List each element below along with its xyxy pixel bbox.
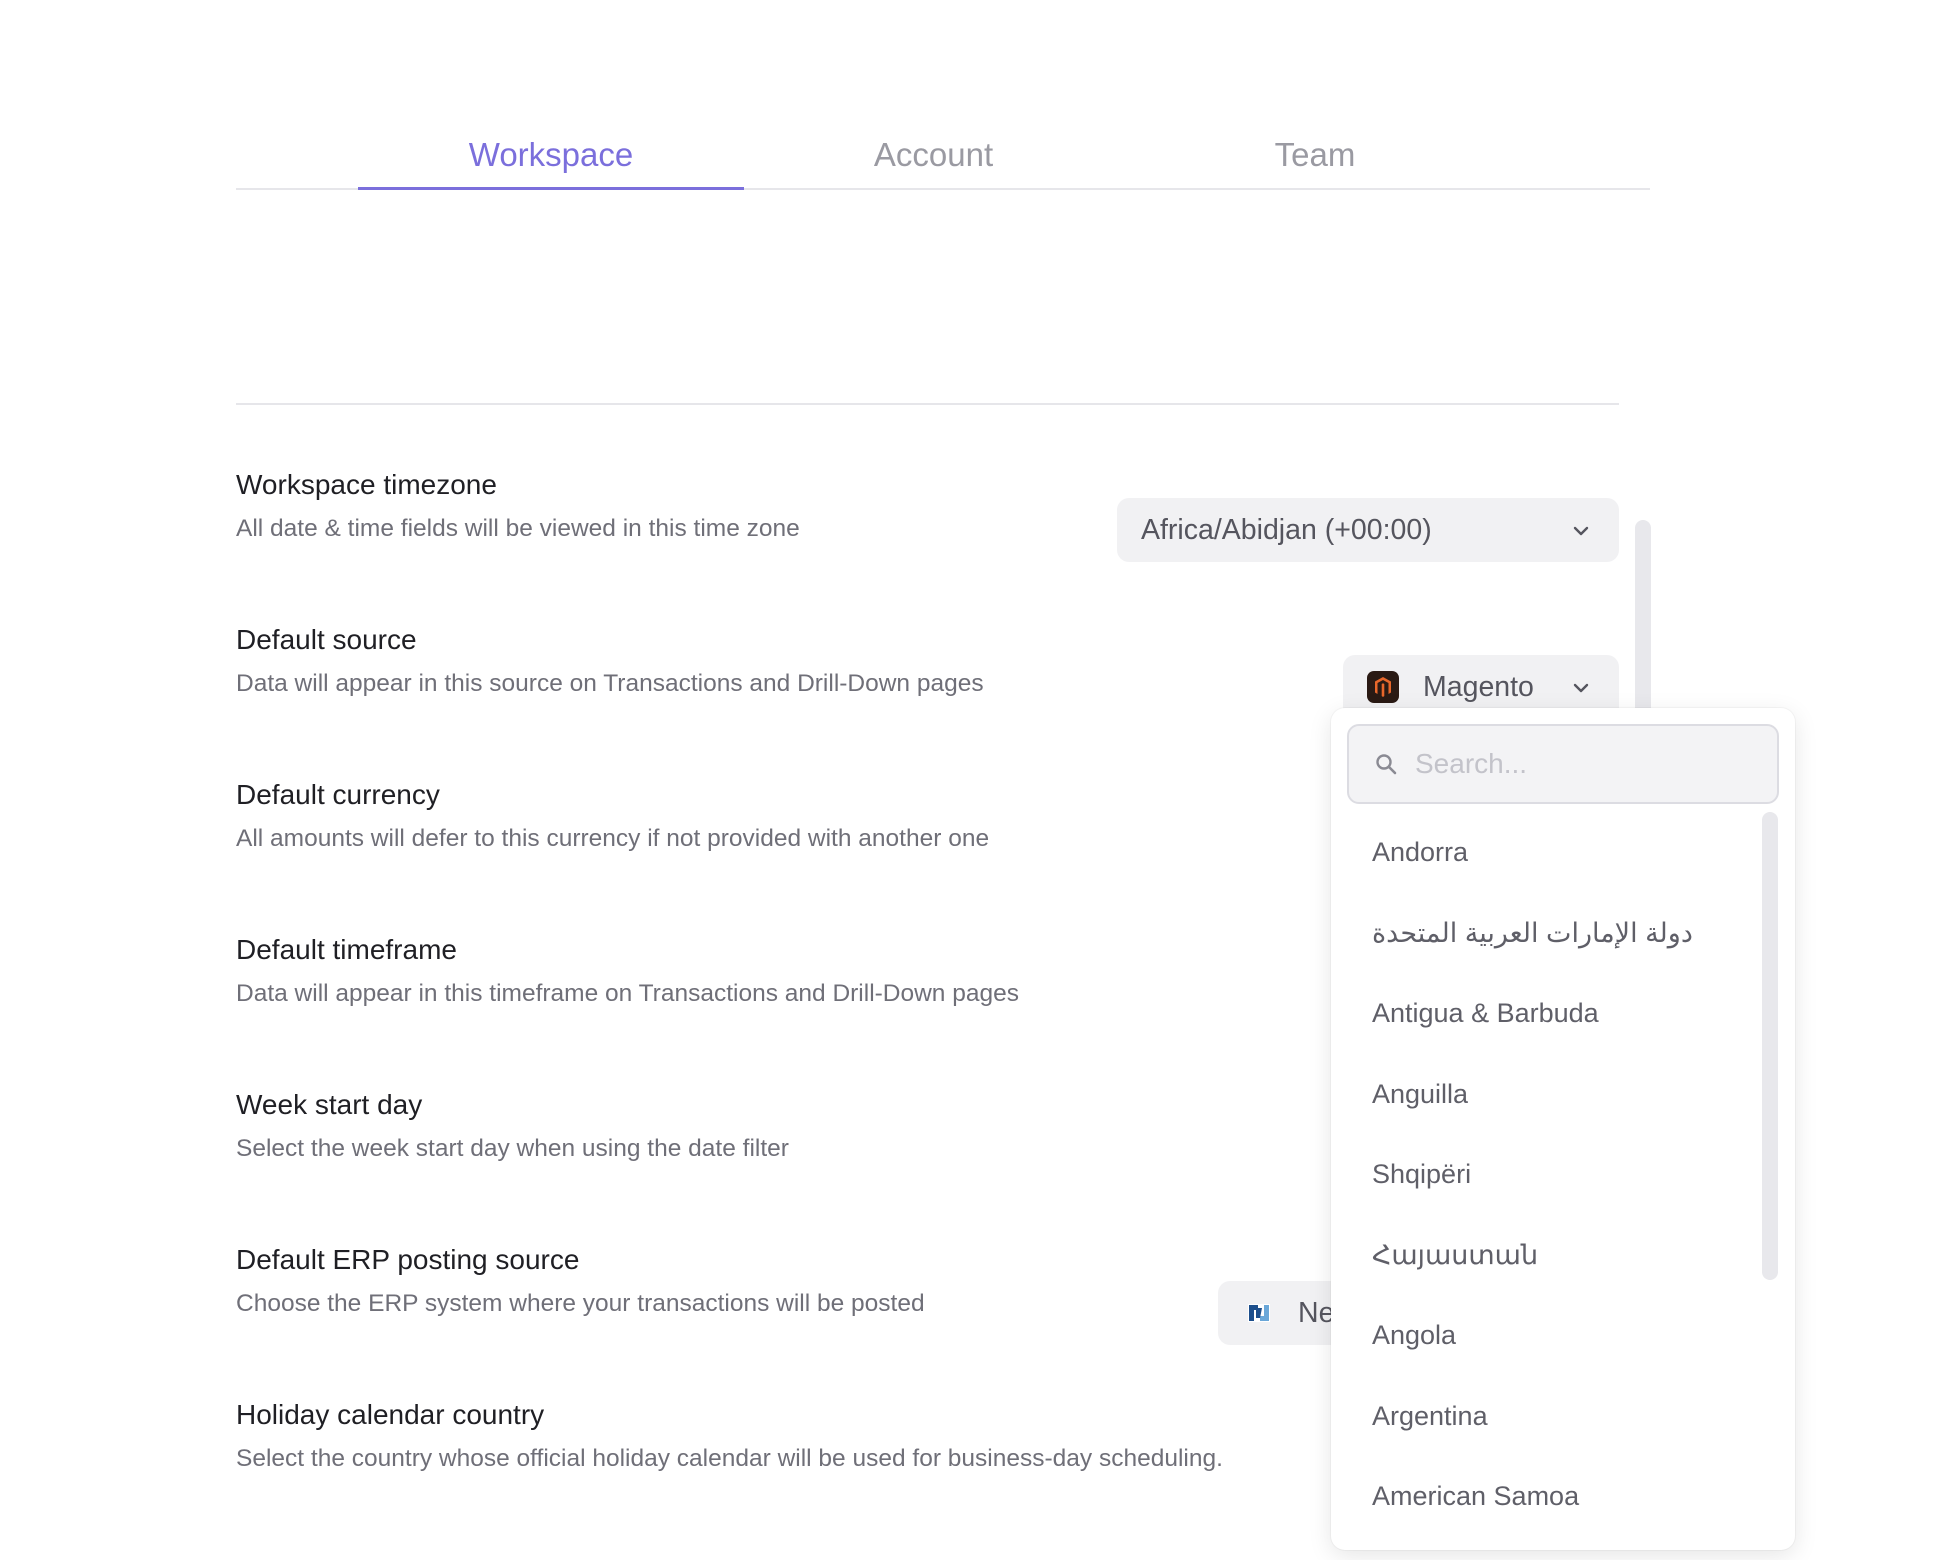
source-value: Magento [1423, 670, 1534, 703]
country-option[interactable]: Anguilla [1331, 1054, 1795, 1135]
country-dropdown: Andorra دولة الإمارات العربية المتحدة An… [1331, 708, 1795, 1550]
country-option[interactable]: دولة الإمارات العربية المتحدة [1331, 893, 1795, 974]
setting-description: All amounts will defer to this currency … [236, 825, 990, 852]
dropdown-scrollbar[interactable] [1762, 812, 1778, 1280]
setting-description: All date & time fields will be viewed in… [236, 515, 800, 542]
setting-default-source: Default source Data will appear in this … [236, 623, 984, 699]
page-scrollbar[interactable] [1635, 520, 1651, 720]
setting-description: Data will appear in this timeframe on Tr… [236, 980, 1019, 1007]
setting-description: Choose the ERP system where your transac… [236, 1290, 925, 1317]
country-option[interactable]: Antigua & Barbuda [1331, 973, 1795, 1054]
setting-title: Default source [236, 624, 417, 655]
search-icon [1376, 754, 1397, 775]
setting-description: Data will appear in this source on Trans… [236, 670, 984, 697]
country-option[interactable]: Angola [1331, 1295, 1795, 1376]
setting-title: Week start day [236, 1089, 423, 1120]
setting-holiday-calendar-country: Holiday calendar country Select the coun… [236, 1398, 1223, 1474]
tab-account[interactable]: Account [744, 136, 1123, 188]
chevron-down-icon [1573, 526, 1589, 536]
country-option[interactable]: American Samoa [1331, 1456, 1795, 1537]
section-divider [236, 403, 1619, 405]
country-options-list: Andorra دولة الإمارات العربية المتحدة An… [1331, 812, 1795, 1537]
setting-default-timeframe: Default timeframe Data will appear in th… [236, 933, 1019, 1009]
timezone-value: Africa/Abidjan (+00:00) [1141, 513, 1432, 546]
setting-title: Default ERP posting source [236, 1244, 580, 1275]
country-option[interactable]: Andorra [1331, 812, 1795, 893]
netsuite-logo-icon [1246, 1300, 1272, 1326]
chevron-down-icon [1573, 683, 1589, 693]
magento-logo-icon [1367, 671, 1399, 703]
country-option[interactable]: Shqipëri [1331, 1134, 1795, 1215]
timezone-select[interactable]: Africa/Abidjan (+00:00) [1117, 498, 1619, 562]
setting-description: Select the week start day when using the… [236, 1135, 789, 1162]
search-input[interactable] [1413, 747, 1777, 781]
tab-team[interactable]: Team [1123, 136, 1507, 188]
setting-default-currency: Default currency All amounts will defer … [236, 778, 989, 854]
settings-tabs: Workspace Account Team [236, 128, 1650, 190]
setting-title: Default currency [236, 779, 440, 810]
setting-title: Holiday calendar country [236, 1399, 545, 1430]
setting-title: Default timeframe [236, 934, 457, 965]
setting-week-start-day: Week start day Select the week start day… [236, 1088, 789, 1164]
setting-title: Workspace timezone [236, 469, 497, 500]
setting-workspace-timezone: Workspace timezone All date & time field… [236, 468, 800, 544]
country-option[interactable]: Հայաստան [1331, 1215, 1795, 1296]
country-option[interactable]: Argentina [1331, 1376, 1795, 1457]
setting-default-erp-posting-source: Default ERP posting source Choose the ER… [236, 1243, 925, 1319]
search-field[interactable] [1347, 724, 1779, 804]
erp-value: Ne [1298, 1296, 1335, 1329]
setting-description: Select the country whose official holida… [236, 1445, 1223, 1472]
tab-workspace[interactable]: Workspace [358, 136, 744, 190]
